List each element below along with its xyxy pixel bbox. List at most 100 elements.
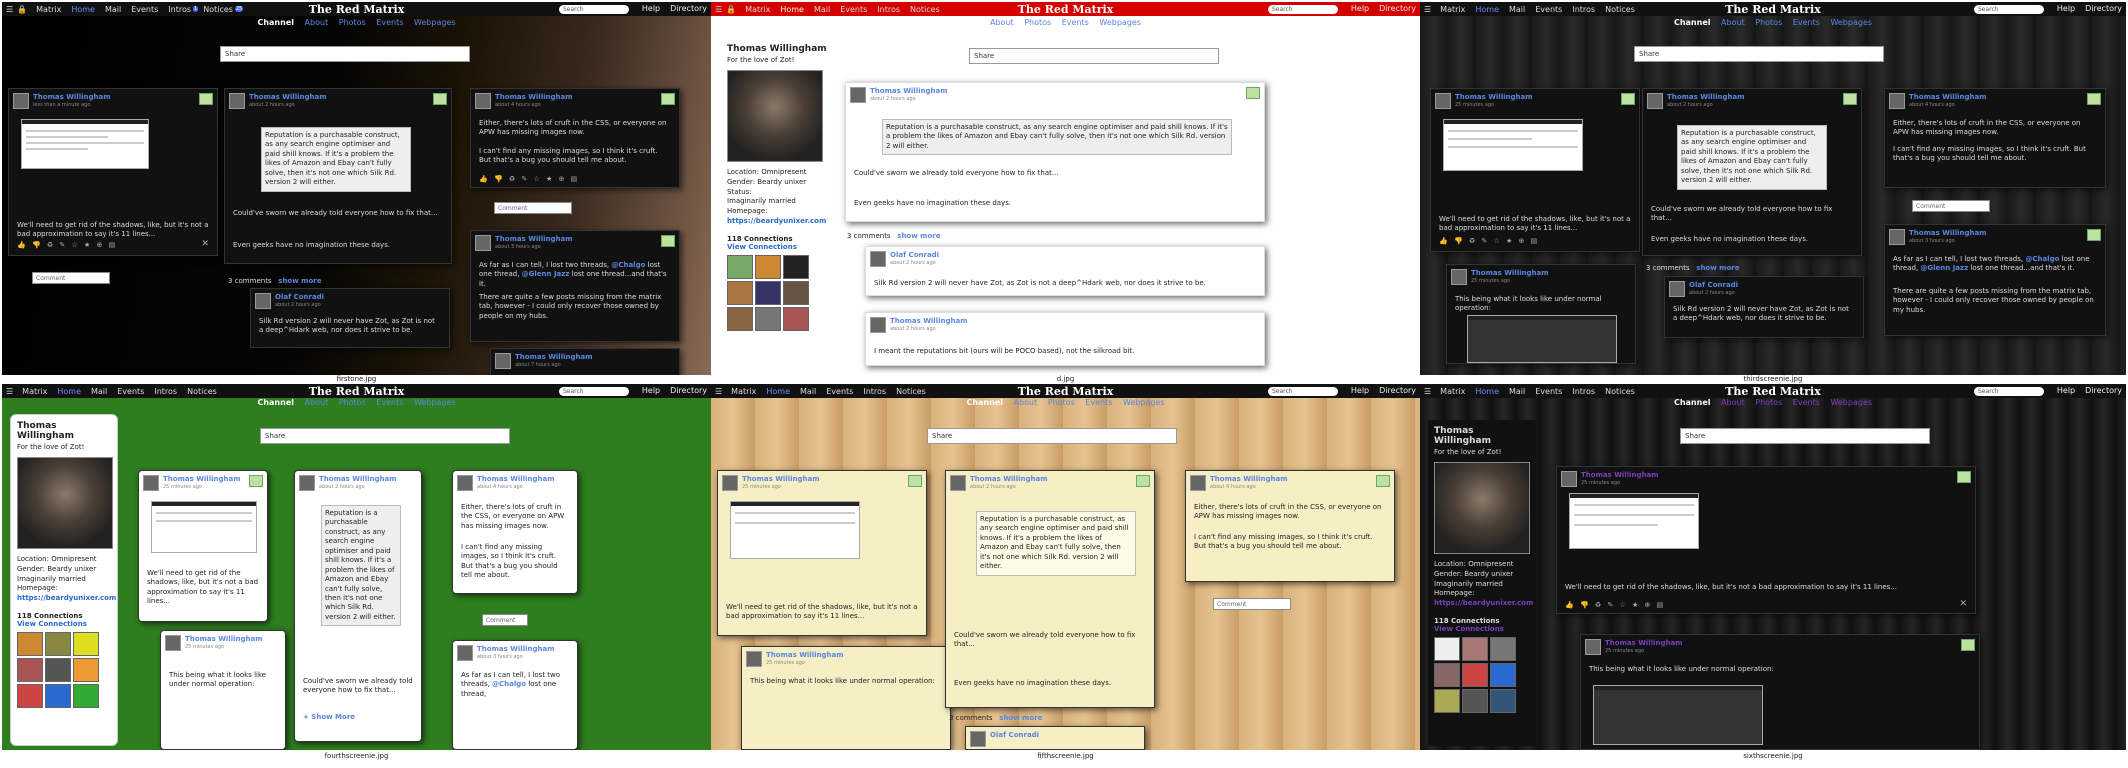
post-actions[interactable]: 👍 👎 ♻ ✎ ☆ ★ ⊕ ▤ [17,241,117,249]
avatar[interactable] [950,475,966,491]
post-author[interactable]: Thomas Willingham [163,475,241,483]
tab-webpages[interactable]: Webpages [1099,18,1141,27]
share-input[interactable]: Share [969,48,1219,64]
tab-events[interactable]: Events [376,18,403,27]
embedded-screenshot[interactable] [21,119,149,169]
share-input[interactable]: Share [260,428,510,444]
menu-icon[interactable]: ☰ [6,5,13,14]
comment-author[interactable]: Olaf Conradi [275,293,324,301]
menu-icon[interactable]: ☰ [715,387,722,396]
post-author[interactable]: Thomas Willingham [1909,229,1987,237]
comment-author[interactable]: Olaf Conradi [1689,281,1738,289]
post-author[interactable]: Thomas Willingham [477,645,555,653]
avatar[interactable] [229,93,245,109]
menu-icon[interactable]: ☰ [715,5,722,14]
search-input[interactable]: Search [1268,387,1338,396]
avatar[interactable] [1561,471,1577,487]
embedded-screenshot[interactable] [151,501,257,553]
post-author[interactable]: Thomas Willingham [33,93,111,101]
post-author[interactable]: Thomas Willingham [495,93,573,101]
tab-events[interactable]: Events [1793,398,1820,407]
embedded-screenshot[interactable] [1443,119,1583,171]
avatar[interactable] [1647,93,1663,109]
nav-mail[interactable]: Mail [91,387,107,396]
post-author[interactable]: Thomas Willingham [1471,269,1549,277]
nav-home[interactable]: Home [766,387,790,396]
tab-webpages[interactable]: Webpages [414,18,456,27]
post-author[interactable]: Thomas Willingham [970,475,1048,483]
menu-icon[interactable]: ☰ [6,387,13,396]
post-author[interactable]: Thomas Willingham [185,635,263,643]
post-author[interactable]: Thomas Willingham [742,475,820,483]
nav-help[interactable]: Help [642,2,660,16]
comment-author[interactable]: Olaf Conradi [890,251,939,259]
tab-about[interactable]: About [305,398,329,407]
post-author[interactable]: Thomas Willingham [515,353,593,361]
profile-photo[interactable] [17,457,113,549]
nav-intros[interactable]: Intros [168,5,191,14]
embedded-screenshot[interactable] [730,501,860,559]
avatar[interactable] [475,235,491,251]
avatar[interactable] [1669,281,1685,297]
post-actions[interactable]: 👍 👎 ♻ ✎ ☆ ★ ⊕ ▤ [1565,601,1665,609]
avatar[interactable] [495,353,511,369]
nav-matrix[interactable]: Matrix [1440,5,1465,14]
post-author[interactable]: Thomas Willingham [1455,93,1533,101]
post-author[interactable]: Thomas Willingham [766,651,844,659]
avatar[interactable] [457,475,473,491]
nav-events[interactable]: Events [840,5,867,14]
tab-about[interactable]: About [305,18,329,27]
nav-home[interactable]: Home [57,387,81,396]
nav-intros[interactable]: Intros [1572,5,1595,14]
menu-icon[interactable]: ☰ [1424,5,1431,14]
show-more-link[interactable]: show more [278,277,321,285]
profile-homepage-link[interactable]: https://beardyunixer.com [17,594,116,604]
nav-notices[interactable]: Notices [1605,5,1635,14]
avatar[interactable] [870,251,886,267]
mention-link[interactable]: @Chalgo [2025,255,2059,263]
view-connections-link[interactable]: View Connections [727,243,829,251]
tab-photos[interactable]: Photos [339,18,366,27]
lock-icon[interactable]: 🔒 [17,5,27,14]
nav-events[interactable]: Events [1535,387,1562,396]
profile-homepage-link[interactable]: https://beardyunixer.com [727,217,829,227]
nav-notices[interactable]: Notices [910,5,940,14]
post-author[interactable]: Thomas Willingham [477,475,555,483]
share-input[interactable]: Share [927,428,1177,444]
tab-photos[interactable]: Photos [1048,398,1075,407]
tab-channel[interactable]: Channel [257,398,294,407]
tab-about[interactable]: About [1721,18,1745,27]
post-author[interactable]: Thomas Willingham [1909,93,1987,101]
tab-webpages[interactable]: Webpages [414,398,456,407]
nav-events[interactable]: Events [117,387,144,396]
nav-help[interactable]: Help [1351,384,1369,398]
tab-events[interactable]: Events [1062,18,1089,27]
nav-intros[interactable]: Intros [154,387,177,396]
nav-home[interactable]: Home [71,5,95,14]
mention-link[interactable]: @Glenn Jazz [522,270,570,278]
show-more-link[interactable]: show more [897,232,940,240]
mention-link[interactable]: @Glenn Jazz [1920,264,1968,272]
nav-events[interactable]: Events [826,387,853,396]
nav-notices[interactable]: Notices [896,387,926,396]
nav-notices[interactable]: Notices [1605,387,1635,396]
avatar[interactable] [970,731,986,747]
nav-mail[interactable]: Mail [814,5,830,14]
nav-notices[interactable]: Notices [187,387,217,396]
tab-events[interactable]: Events [1793,18,1820,27]
search-input[interactable]: Search [559,5,629,14]
nav-intros[interactable]: Intros [863,387,886,396]
tab-photos[interactable]: Photos [1755,398,1782,407]
comment-input[interactable]: Comment [494,202,572,214]
embedded-screenshot[interactable] [1569,493,1699,549]
nav-directory[interactable]: Directory [670,2,707,16]
nav-directory[interactable]: Directory [2085,2,2122,16]
post-actions[interactable]: 👍 👎 ♻ ✎ ☆ ★ ⊕ ▤ [1439,237,1539,245]
mention-link[interactable]: @Chalgo [492,680,526,688]
comment-input[interactable]: Comment [1213,598,1291,610]
tab-photos[interactable]: Photos [1755,18,1782,27]
avatar[interactable] [1889,93,1905,109]
close-icon[interactable]: ✕ [201,239,209,249]
nav-help[interactable]: Help [642,384,660,398]
post-author[interactable]: Thomas Willingham [870,87,948,95]
